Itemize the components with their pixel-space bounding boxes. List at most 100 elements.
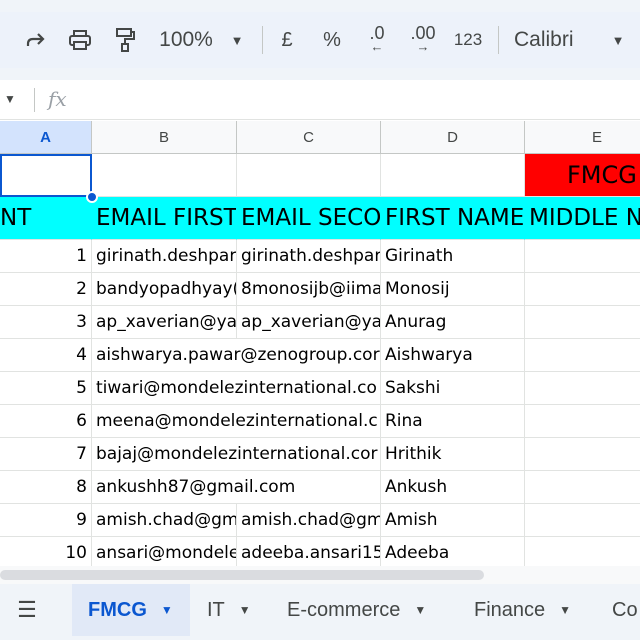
font-select[interactable]: Calibri [514,12,582,68]
cell-first-name[interactable]: Ankush [381,471,525,504]
chevron-down-icon: ▼ [559,603,572,617]
percent-button[interactable]: % [318,12,346,68]
cell-first-name[interactable]: Rina [381,405,525,438]
fill-handle[interactable] [86,191,98,203]
tab-co[interactable]: Co [612,584,640,636]
cell-number[interactable]: 9 [0,504,92,537]
header-cell-a[interactable]: NT [0,197,92,240]
cell-email-second[interactable]: adeeba.ansari15 [237,537,381,566]
cell-first-name[interactable]: Hrithik [381,438,525,471]
tab-label: Finance [474,598,546,621]
cell-number[interactable]: 3 [0,306,92,339]
column-header-d[interactable]: D [381,121,525,154]
cell-email-first[interactable]: ankushh87@gmail.com [92,471,381,504]
cell-email-first[interactable]: aishwarya.pawar@zenogroup.cor [92,339,381,372]
decrease-decimal-label: .0 [369,23,385,43]
zoom-chevron-down-icon[interactable]: ▼ [226,12,248,68]
cell-number[interactable]: 5 [0,372,92,405]
name-box-chevron-down-icon[interactable]: ▼ [4,92,16,106]
spreadsheet-grid: A B C D E FMCG NT EMAIL FIRST EMAIL SECO… [0,121,640,566]
cell-e1[interactable]: FMCG [525,154,640,197]
cell-middle-name[interactable] [525,339,640,372]
cell-number[interactable]: 6 [0,405,92,438]
cell-number[interactable]: 4 [0,339,92,372]
cell-first-name[interactable]: Aishwarya [381,339,525,372]
cell-email-second[interactable]: amish.chad@gm [237,504,381,537]
cell-email-second[interactable]: 8monosijb@iima [237,273,381,306]
tab-label: Co [612,598,638,621]
chevron-down-icon: ▼ [414,603,427,617]
cell-middle-name[interactable] [525,372,640,405]
fx-icon: fx [48,87,67,111]
cell-first-name[interactable]: Sakshi [381,372,525,405]
cell-middle-name[interactable] [525,405,640,438]
cell-middle-name[interactable] [525,273,640,306]
formula-divider [34,88,35,112]
increase-decimal-button[interactable]: .00 → [404,12,442,68]
more-formats-button[interactable]: 123 [450,12,486,68]
selected-cell-outline [0,154,92,197]
cell-number[interactable]: 1 [0,240,92,273]
cell-d1[interactable] [381,154,525,197]
column-header-e[interactable]: E [525,121,640,154]
cell-first-name[interactable]: Amish [381,504,525,537]
decrease-decimal-button[interactable]: .0 ← [360,12,394,68]
column-header-a[interactable]: A [0,121,92,154]
tab-label: IT [207,598,225,621]
currency-button[interactable]: £ [276,12,298,68]
cell-email-first[interactable]: ap_xaverian@ya [92,306,237,339]
increase-decimal-label: .00 [410,23,436,43]
header-cell-b[interactable]: EMAIL FIRST [92,197,237,240]
zoom-value[interactable]: 100% [156,12,216,68]
cell-email-first[interactable]: girinath.deshpar [92,240,237,273]
cell-email-first[interactable]: tiwari@mondelezinternational.co [92,372,381,405]
cell-email-second[interactable]: ap_xaverian@ya [237,306,381,339]
toolbar-divider [498,26,499,54]
formula-bar [0,80,640,120]
cell-number[interactable]: 2 [0,273,92,306]
redo-icon[interactable] [20,12,50,68]
tab-label: E-commerce [287,598,401,621]
arrow-left-icon: ← [370,39,384,54]
header-cell-c[interactable]: EMAIL SECON [237,197,381,240]
cell-email-first[interactable]: meena@mondelezinternational.c [92,405,381,438]
cell-middle-name[interactable] [525,537,640,566]
paint-format-icon[interactable] [108,12,142,68]
all-sheets-menu-icon[interactable]: ☰ [10,584,44,636]
cell-c1[interactable] [237,154,381,197]
font-chevron-down-icon[interactable]: ▼ [608,12,628,68]
cell-number[interactable]: 7 [0,438,92,471]
print-icon[interactable] [62,12,98,68]
cell-first-name[interactable]: Monosij [381,273,525,306]
column-header-c[interactable]: C [237,121,381,154]
tab-e-commerce[interactable]: E-commerce ▼ [287,584,447,636]
tab-label: FMCG [88,598,147,621]
cell-email-second[interactable]: girinath.deshpar [237,240,381,273]
cell-middle-name[interactable] [525,306,640,339]
tab-it[interactable]: IT ▼ [207,584,267,636]
cell-number[interactable]: 8 [0,471,92,504]
cell-b1[interactable] [92,154,237,197]
chevron-down-icon: ▼ [160,603,173,617]
cell-email-first[interactable]: ansari@mondele [92,537,237,566]
column-header-b[interactable]: B [92,121,237,154]
cell-middle-name[interactable] [525,240,640,273]
header-cell-d[interactable]: FIRST NAME [381,197,525,240]
cell-email-first[interactable]: bajaj@mondelezinternational.cor [92,438,381,471]
arrow-right-icon: → [416,39,430,54]
cell-number[interactable]: 10 [0,537,92,566]
cell-first-name[interactable]: Girinath [381,240,525,273]
cell-email-first[interactable]: amish.chad@gm [92,504,237,537]
header-cell-e[interactable]: MIDDLE N [525,197,640,240]
chevron-down-icon: ▼ [238,603,251,617]
horizontal-scrollbar[interactable] [0,570,484,580]
cell-first-name[interactable]: Anurag [381,306,525,339]
cell-middle-name[interactable] [525,504,640,537]
cell-middle-name[interactable] [525,471,640,504]
cell-middle-name[interactable] [525,438,640,471]
cell-email-first[interactable]: bandyopadhyay( [92,273,237,306]
cell-first-name[interactable]: Adeeba [381,537,525,566]
tab-finance[interactable]: Finance ▼ [474,584,584,636]
toolbar-divider [262,26,263,54]
tab-fmcg[interactable]: FMCG ▼ [72,584,190,636]
